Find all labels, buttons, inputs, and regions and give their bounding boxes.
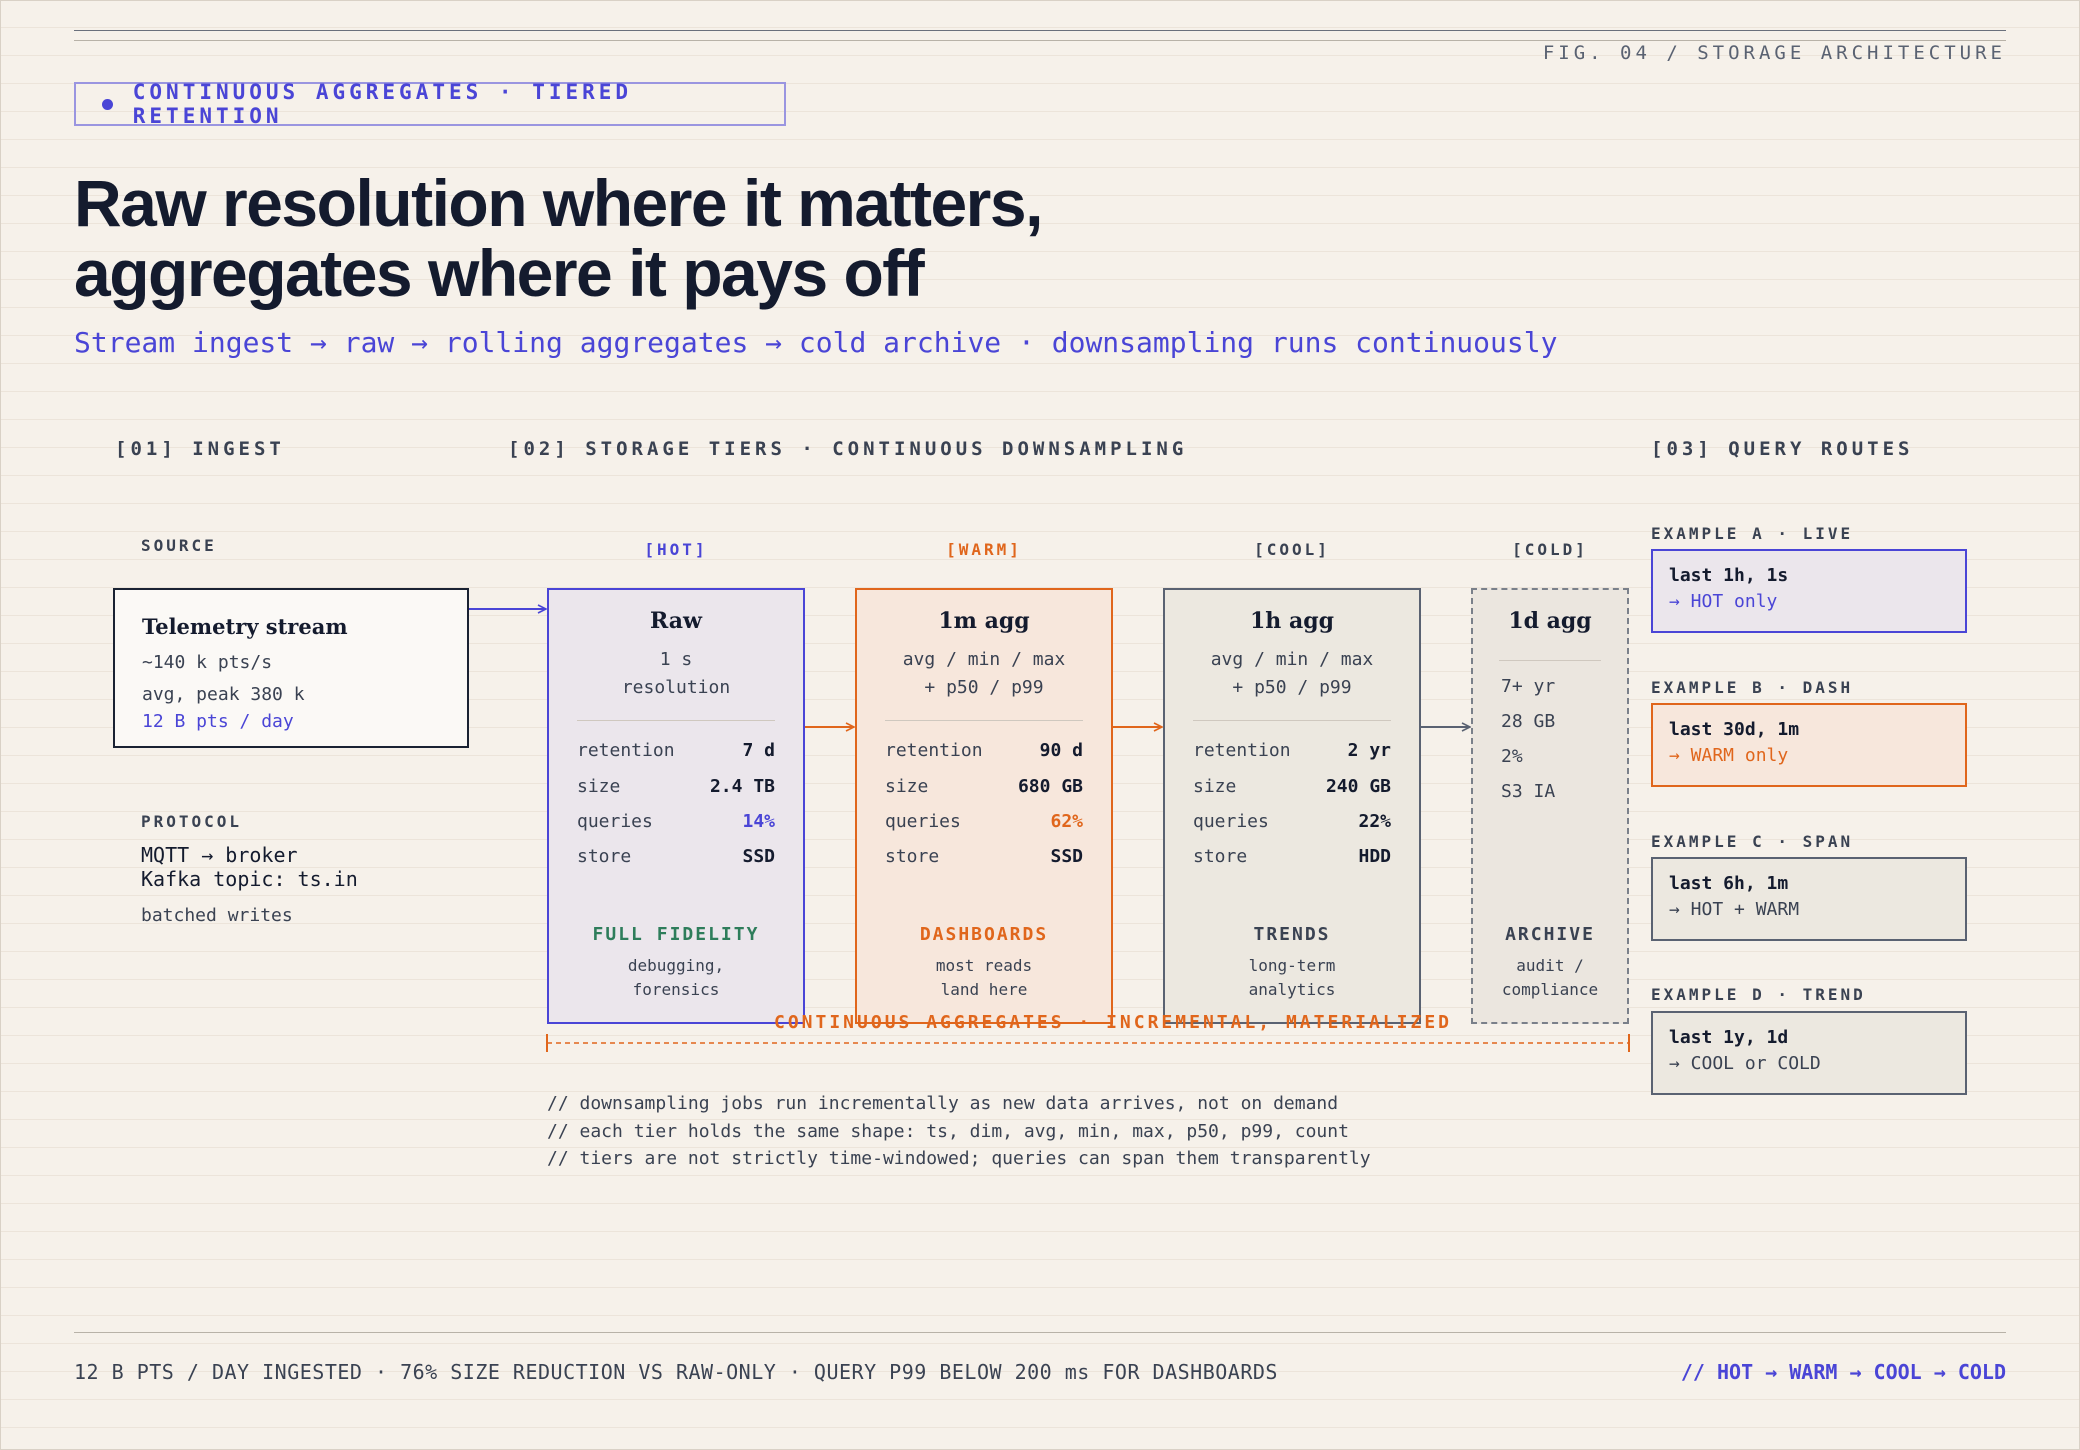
- footer-rule: [74, 1332, 2006, 1333]
- route-c-query: last 6h, 1m: [1669, 873, 1789, 894]
- route-c-box: last 6h, 1m → HOT + WARM: [1651, 857, 1967, 941]
- route-d-target: → COOL or COLD: [1669, 1053, 1821, 1074]
- route-d-label: EXAMPLE D · TREND: [1651, 985, 1866, 1004]
- route-b-label: EXAMPLE B · DASH: [1651, 678, 1854, 697]
- comment-line-3: // tiers are not strictly time-windowed;…: [547, 1148, 1371, 1169]
- route-c-target: → HOT + WARM: [1669, 899, 1800, 920]
- route-b-box: last 30d, 1m → WARM only: [1651, 703, 1967, 787]
- route-a-box: last 1h, 1s → HOT only: [1651, 549, 1967, 633]
- footer-summary: 12 B PTS / DAY INGESTED · 76% SIZE REDUC…: [74, 1360, 1278, 1384]
- route-b-query: last 30d, 1m: [1669, 719, 1800, 740]
- route-a-target: → HOT only: [1669, 591, 1778, 612]
- route-a-label: EXAMPLE A · LIVE: [1651, 524, 1854, 543]
- comment-line-1: // downsampling jobs run incrementally a…: [547, 1093, 1339, 1114]
- route-b-target: → WARM only: [1669, 745, 1789, 766]
- continuous-aggregates-label: CONTINUOUS AGGREGATES · INCREMENTAL, MAT…: [774, 1012, 1453, 1033]
- footer-tier-flow: // HOT → WARM → COOL → COLD: [1680, 1360, 2006, 1384]
- route-c-label: EXAMPLE C · SPAN: [1651, 832, 1854, 851]
- comment-line-2: // each tier holds the same shape: ts, d…: [547, 1121, 1349, 1142]
- route-d-box: last 1y, 1d → COOL or COLD: [1651, 1011, 1967, 1095]
- route-a-query: last 1h, 1s: [1669, 565, 1789, 586]
- route-d-query: last 1y, 1d: [1669, 1027, 1789, 1048]
